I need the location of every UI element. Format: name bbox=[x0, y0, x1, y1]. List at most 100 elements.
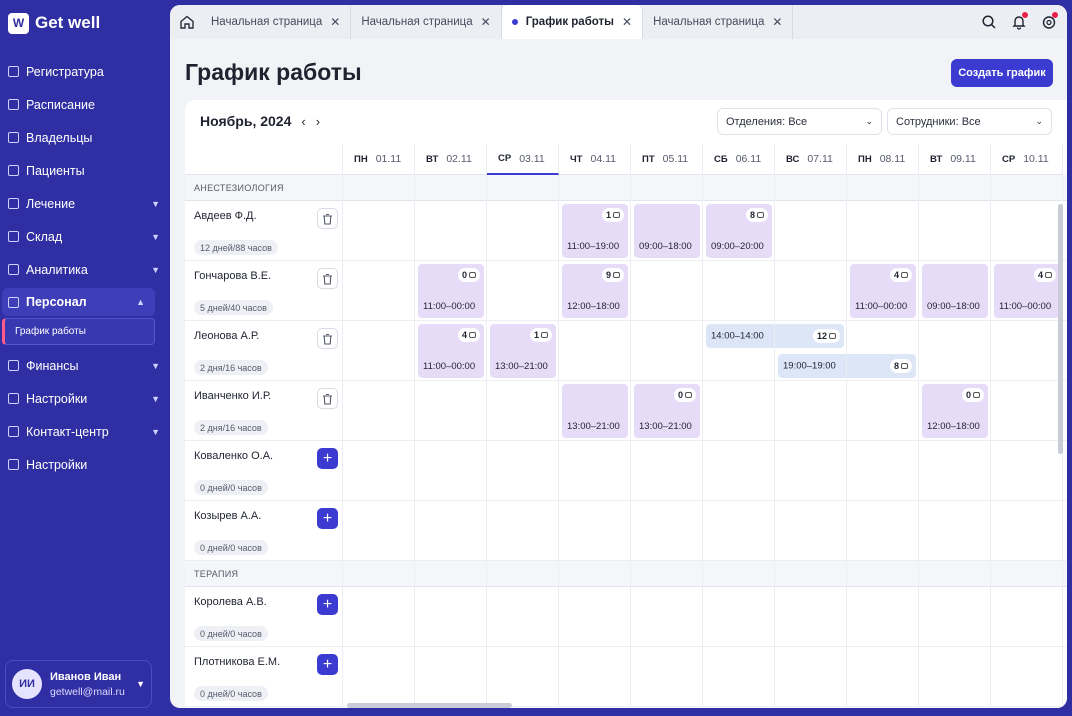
shift-comments[interactable]: 1 bbox=[601, 208, 624, 222]
delete-employee-button[interactable] bbox=[317, 268, 338, 289]
day-header: СР 10.11 bbox=[991, 144, 1063, 175]
shift-block[interactable]: 09:00–18:00 bbox=[922, 264, 988, 318]
shift-block[interactable]: 09:00–20:00 8 bbox=[706, 204, 772, 258]
shift-comments[interactable]: 0 bbox=[673, 388, 696, 402]
shift-block[interactable]: 13:00–21:00 bbox=[562, 384, 628, 438]
sidebar-item-8[interactable]: Финансы ▼ bbox=[0, 349, 170, 382]
shift-comments[interactable]: 8 bbox=[745, 208, 768, 222]
paw-icon bbox=[8, 165, 19, 176]
shift-time: 12:00–18:00 bbox=[567, 301, 620, 312]
finance-icon bbox=[8, 360, 19, 371]
sidebar-item-label: Настройки bbox=[26, 391, 88, 406]
sidebar-item-7[interactable]: Персонал ▲ bbox=[2, 288, 155, 316]
next-month-button[interactable]: › bbox=[316, 114, 320, 129]
sidebar-item-label: Склад bbox=[26, 229, 63, 244]
shift-block[interactable]: 11:00–00:00 4 bbox=[994, 264, 1060, 318]
sidebar-item-label: Пациенты bbox=[26, 163, 85, 178]
sidebar-item-10[interactable]: Контакт-центр ▼ bbox=[0, 415, 170, 448]
sidebar-item-0[interactable]: Регистратура bbox=[0, 55, 170, 88]
logo[interactable]: W Get well bbox=[8, 11, 100, 35]
shift-comments[interactable]: 4 bbox=[1033, 268, 1056, 282]
shift-comments[interactable]: 0 bbox=[457, 268, 480, 282]
tab-3[interactable]: Начальная страница ✕ bbox=[643, 5, 794, 39]
day-date: 06.11 bbox=[735, 153, 762, 165]
comment-icon bbox=[685, 392, 692, 398]
close-icon[interactable]: ✕ bbox=[622, 15, 632, 29]
add-shift-button[interactable]: + bbox=[317, 508, 338, 529]
shift-comments[interactable]: 9 bbox=[601, 268, 624, 282]
shift-block[interactable]: 09:00–18:00 bbox=[634, 204, 700, 258]
grid-line bbox=[990, 175, 991, 707]
delete-employee-button[interactable] bbox=[317, 208, 338, 229]
shift-block[interactable]: 11:00–00:00 4 bbox=[850, 264, 916, 318]
close-icon[interactable]: ✕ bbox=[330, 15, 340, 29]
shift-comments[interactable]: 4 bbox=[457, 328, 480, 342]
support-icon[interactable] bbox=[1041, 12, 1058, 30]
sidebar-subitem-schedule[interactable]: График работы bbox=[2, 318, 155, 345]
employee-name: Коваленко О.А. bbox=[194, 450, 274, 462]
day-of-week: ВТ bbox=[930, 153, 943, 165]
shift-block[interactable]: 11:00–00:00 0 bbox=[418, 264, 484, 318]
employee-name: Авдеев Ф.Д. bbox=[194, 210, 257, 222]
employee-summary: 0 дней/0 часов bbox=[194, 540, 268, 555]
close-icon[interactable]: ✕ bbox=[772, 15, 782, 29]
month-switcher: Ноябрь, 2024 ‹ › bbox=[200, 113, 320, 129]
grid-line bbox=[702, 175, 703, 707]
tab-1[interactable]: Начальная страница ✕ bbox=[351, 5, 502, 39]
avatar: ИИ bbox=[12, 669, 42, 699]
employee-summary: 2 дня/16 часов bbox=[194, 420, 268, 435]
employee-row: Авдеев Ф.Д. 12 дней/88 часов 11:00–19:00 1 0… bbox=[185, 201, 1067, 261]
sidebar-item-9[interactable]: Настройки ▼ bbox=[0, 382, 170, 415]
shift-block[interactable]: 11:00–00:00 4 bbox=[418, 324, 484, 378]
shift-comments[interactable]: 8 bbox=[889, 359, 912, 373]
add-shift-button[interactable]: + bbox=[317, 654, 338, 675]
employee-filter-value: Сотрудники: Все bbox=[896, 115, 981, 128]
sidebar-item-3[interactable]: Пациенты bbox=[0, 154, 170, 187]
shift-block[interactable]: 13:00–21:00 0 bbox=[634, 384, 700, 438]
shift-comments[interactable]: 0 bbox=[961, 388, 984, 402]
header-actions bbox=[981, 5, 1058, 39]
tab-0[interactable]: Начальная страница ✕ bbox=[201, 5, 352, 39]
employee-name: Королева А.В. bbox=[194, 596, 267, 608]
search-icon[interactable] bbox=[981, 14, 997, 30]
department-filter[interactable]: Отделения: Все ⌄ bbox=[717, 108, 882, 135]
prev-month-button[interactable]: ‹ bbox=[301, 114, 305, 129]
user-menu[interactable]: ИИ Иванов Иван getwell@mail.ru ▼ bbox=[5, 660, 152, 708]
sidebar-item-5[interactable]: Склад ▼ bbox=[0, 220, 170, 253]
employee-row: Иванченко И.Р. 2 дня/16 часов 13:00–21:00 1… bbox=[185, 381, 1067, 441]
comment-icon bbox=[541, 332, 548, 338]
gear-icon bbox=[8, 459, 19, 470]
close-icon[interactable]: ✕ bbox=[481, 15, 491, 29]
day-date: 05.11 bbox=[662, 153, 689, 165]
shift-block[interactable]: 12:00–18:00 9 bbox=[562, 264, 628, 318]
vertical-scrollbar[interactable] bbox=[1058, 204, 1063, 454]
tab-2[interactable]: График работы ✕ bbox=[501, 5, 644, 39]
sidebar-item-6[interactable]: Аналитика ▼ bbox=[0, 253, 170, 286]
sidebar-item-1[interactable]: Расписание bbox=[0, 88, 170, 121]
shift-block[interactable]: 11:00–19:00 1 bbox=[562, 204, 628, 258]
sidebar-item-4[interactable]: Лечение ▼ bbox=[0, 187, 170, 220]
add-shift-button[interactable]: + bbox=[317, 594, 338, 615]
delete-employee-button[interactable] bbox=[317, 328, 338, 349]
shift-comments[interactable]: 12 bbox=[812, 329, 840, 343]
bell-icon[interactable] bbox=[1011, 12, 1028, 30]
chevron-down-icon: ▼ bbox=[151, 426, 160, 437]
comment-count: 0 bbox=[461, 270, 467, 280]
shift-comments[interactable]: 1 bbox=[529, 328, 552, 342]
home-tab[interactable] bbox=[173, 8, 201, 36]
shift-block[interactable]: 19:00–19:00 8 bbox=[778, 354, 916, 378]
sidebar-item-label: Аналитика bbox=[26, 262, 88, 277]
shift-block[interactable]: 12:00–18:00 0 bbox=[922, 384, 988, 438]
create-schedule-button[interactable]: Создать график bbox=[951, 59, 1053, 87]
add-shift-button[interactable]: + bbox=[317, 448, 338, 469]
shift-block[interactable]: 14:00–14:00 12 bbox=[706, 324, 844, 348]
sidebar-item-2[interactable]: Владельцы bbox=[0, 121, 170, 154]
shift-comments[interactable]: 4 bbox=[889, 268, 912, 282]
chart-icon bbox=[8, 264, 19, 275]
shift-block[interactable]: 13:00–21:00 1 bbox=[490, 324, 556, 378]
employee-filter[interactable]: Сотрудники: Все ⌄ bbox=[887, 108, 1052, 135]
delete-employee-button[interactable] bbox=[317, 388, 338, 409]
horizontal-scrollbar[interactable] bbox=[347, 703, 512, 708]
sidebar-item-11[interactable]: Настройки bbox=[0, 448, 170, 481]
shift-time: 11:00–00:00 bbox=[999, 301, 1052, 312]
